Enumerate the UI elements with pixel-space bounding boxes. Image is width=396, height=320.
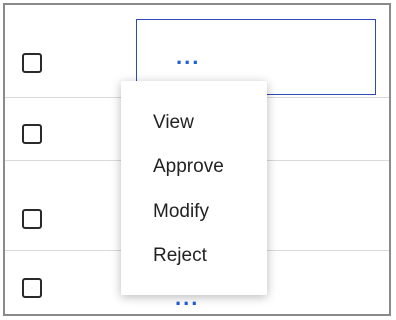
menu-item-view[interactable]: View xyxy=(153,113,194,132)
row-checkbox[interactable] xyxy=(22,209,42,229)
menu-item-reject[interactable]: Reject xyxy=(153,246,207,265)
row-checkbox[interactable] xyxy=(22,53,42,73)
menu-item-modify[interactable]: Modify xyxy=(153,202,209,221)
row-checkbox[interactable] xyxy=(22,124,42,144)
menu-item-approve[interactable]: Approve xyxy=(153,157,224,176)
table-frame: ... ... View Approve Modify Reject xyxy=(3,3,391,316)
actions-dropdown-menu: View Approve Modify Reject xyxy=(121,81,267,295)
row-checkbox[interactable] xyxy=(22,278,42,298)
more-actions-icon[interactable]: ... xyxy=(176,46,200,68)
